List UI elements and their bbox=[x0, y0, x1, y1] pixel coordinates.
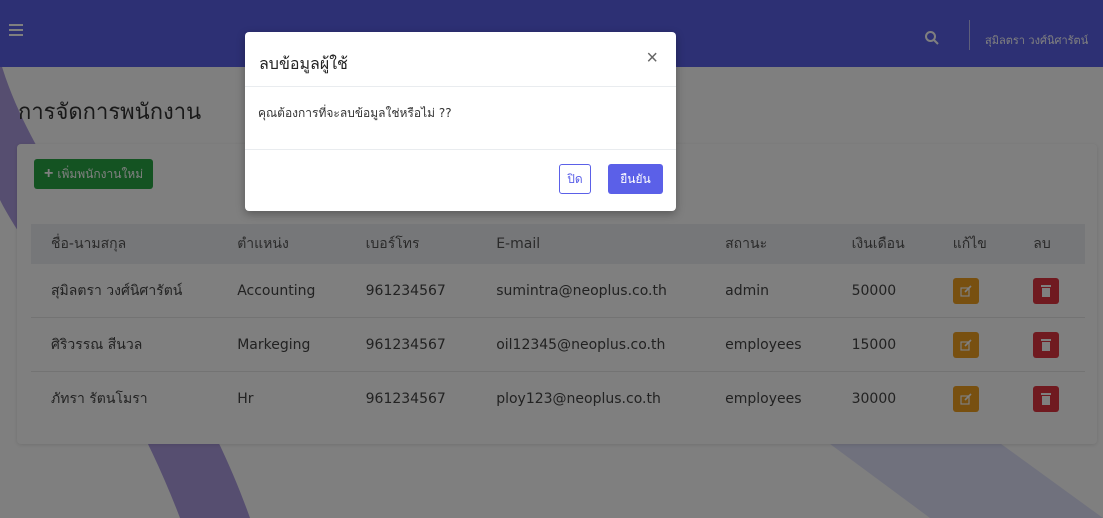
modal-header: ลบข้อมูลผู้ใช้ × bbox=[245, 32, 676, 87]
modal-title: ลบข้อมูลผู้ใช้ bbox=[259, 54, 348, 73]
modal-body: คุณต้องการที่จะลบข้อมูลใช่หรือไม่ ?? bbox=[245, 87, 676, 150]
confirm-message: คุณต้องการที่จะลบข้อมูลใช่หรือไม่ ?? bbox=[258, 106, 452, 120]
delete-user-modal: ลบข้อมูลผู้ใช้ × คุณต้องการที่จะลบข้อมูล… bbox=[245, 32, 676, 211]
close-icon[interactable]: × bbox=[640, 46, 664, 71]
confirm-button[interactable]: ยืนยัน bbox=[608, 164, 663, 194]
cancel-button[interactable]: ปิด bbox=[559, 164, 591, 194]
modal-footer: ปิด ยืนยัน bbox=[245, 150, 676, 212]
